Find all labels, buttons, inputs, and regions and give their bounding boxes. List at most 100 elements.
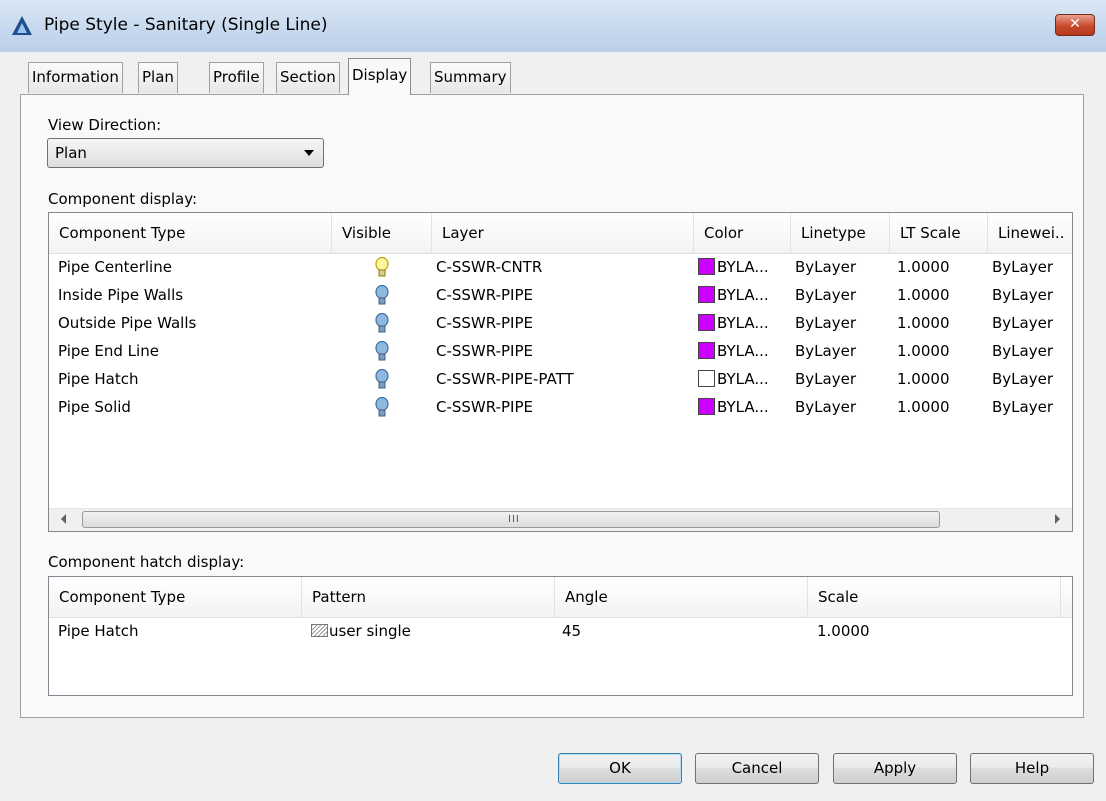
cell-lt-scale[interactable]: 1.0000 [897,253,950,281]
lightbulb-off-icon[interactable] [375,397,389,418]
cell-angle[interactable]: 45 [562,617,581,645]
cell-linetype[interactable]: ByLayer [795,337,856,365]
cell-linetype[interactable]: ByLayer [795,253,856,281]
component-hatch-display-label: Component hatch display: [48,553,245,571]
horizontal-scrollbar[interactable]: III [49,508,1072,531]
lightbulb-off-icon[interactable] [375,369,389,390]
column-header-linetype[interactable]: Linetype [791,213,890,253]
view-direction-label: View Direction: [48,116,162,134]
tab-display[interactable]: Display [348,58,412,95]
cell-layer[interactable]: C-SSWR-PIPE [436,337,533,365]
tab-section[interactable]: Section [276,62,340,93]
cell-color[interactable]: BYLA... [698,309,769,337]
cell-color[interactable]: BYLA... [698,281,769,309]
view-direction-value: Plan [55,144,87,162]
cell-layer[interactable]: C-SSWR-PIPE [436,309,533,337]
color-swatch [698,314,715,331]
cell-lt-scale[interactable]: 1.0000 [897,393,950,421]
cell-component-type[interactable]: Pipe Hatch [58,365,139,393]
cell-lt-scale[interactable]: 1.0000 [897,309,950,337]
cell-layer[interactable]: C-SSWR-PIPE [436,393,533,421]
window-title: Pipe Style - Sanitary (Single Line) [44,15,328,35]
column-header-scale[interactable]: Scale [808,577,1061,617]
color-swatch [698,258,715,275]
table-row[interactable]: Pipe Centerline C-SSWR-CNTR ByLayer 1.0000 B… [49,253,1072,281]
table-row[interactable]: Pipe Solid C-SSWR-PIPE ByLayer 1.0000 ByLaye… [49,393,1072,421]
lightbulb-off-icon[interactable] [375,341,389,362]
pattern-value: user single [329,622,411,640]
component-hatch-list[interactable]: Component Type Pattern Angle Scale Pipe … [48,576,1073,696]
cell-color[interactable]: BYLA... [698,337,769,365]
view-direction-dropdown[interactable]: Plan [47,138,324,168]
column-header-lineweight[interactable]: Linewei.. [988,213,1072,253]
color-value: BYLA... [717,258,769,276]
close-button[interactable]: ✕ [1055,14,1095,36]
title-bar[interactable]: Pipe Style - Sanitary (Single Line) ✕ [0,0,1106,53]
component-display-list[interactable]: Component Type Visible Layer Color Linet… [48,212,1073,532]
apply-button[interactable]: Apply [833,753,957,784]
tab-profile[interactable]: Profile [209,62,264,93]
cell-pattern[interactable]: user single [311,617,411,645]
color-swatch [698,286,715,303]
tab-information[interactable]: Information [28,62,123,93]
cell-lineweight[interactable]: ByLayer [992,281,1053,309]
cell-lineweight[interactable]: ByLayer [992,309,1053,337]
column-header-lt-scale[interactable]: LT Scale [890,213,988,253]
scroll-right-icon[interactable] [1055,514,1060,524]
cell-component-type[interactable]: Pipe End Line [58,337,159,365]
app-icon [12,16,32,35]
cancel-button[interactable]: Cancel [695,753,819,784]
column-header-angle[interactable]: Angle [555,577,808,617]
color-swatch [698,370,715,387]
cell-component-type[interactable]: Pipe Solid [58,393,131,421]
cell-lt-scale[interactable]: 1.0000 [897,337,950,365]
column-header-layer[interactable]: Layer [432,213,694,253]
cell-linetype[interactable]: ByLayer [795,281,856,309]
column-header-pattern[interactable]: Pattern [302,577,555,617]
ok-button[interactable]: OK [558,753,682,784]
lightbulb-off-icon[interactable] [375,313,389,334]
cell-layer[interactable]: C-SSWR-PIPE-PATT [436,365,574,393]
cell-linetype[interactable]: ByLayer [795,365,856,393]
cell-lineweight[interactable]: ByLayer [992,393,1053,421]
cell-component-type[interactable]: Outside Pipe Walls [58,309,196,337]
lightbulb-off-icon[interactable] [375,285,389,306]
cell-component-type[interactable]: Inside Pipe Walls [58,281,183,309]
tab-plan[interactable]: Plan [138,62,178,93]
column-header-component-type[interactable]: Component Type [49,213,332,253]
scroll-left-icon[interactable] [61,514,66,524]
cell-lineweight[interactable]: ByLayer [992,253,1053,281]
cell-color[interactable]: BYLA... [698,365,769,393]
table-row[interactable]: Pipe Hatch C-SSWR-PIPE-PATT ByLayer 1.0000 B… [49,365,1072,393]
cell-lineweight[interactable]: ByLayer [992,365,1053,393]
cell-component-type: Pipe Hatch [58,622,139,640]
cell-color[interactable]: BYLA... [698,253,769,281]
list-header: Component Type Visible Layer Color Linet… [49,213,1072,254]
color-swatch [698,398,715,415]
cell-lineweight[interactable]: ByLayer [992,337,1053,365]
component-display-label: Component display: [48,190,198,208]
cell-color[interactable]: BYLA... [698,393,769,421]
column-header-color[interactable]: Color [694,213,791,253]
column-header-component-type[interactable]: Component Type [49,577,302,617]
scrollbar-thumb[interactable]: III [82,511,940,528]
cell-scale[interactable]: 1.0000 [817,617,870,645]
cell-layer[interactable]: C-SSWR-CNTR [436,253,542,281]
hatch-pattern-icon [311,624,328,637]
table-row[interactable]: Pipe End Line C-SSWR-PIPE ByLayer 1.0000 ByL… [49,337,1072,365]
cell-lt-scale[interactable]: 1.0000 [897,281,950,309]
column-header-visible[interactable]: Visible [332,213,432,253]
tab-summary[interactable]: Summary [430,62,511,93]
lightbulb-on-icon[interactable] [375,257,389,278]
table-row[interactable]: Outside Pipe Walls C-SSWR-PIPE ByLayer 1.00… [49,309,1072,337]
cell-linetype[interactable]: ByLayer [795,309,856,337]
cell-component-type[interactable]: Pipe Centerline [58,253,172,281]
help-button[interactable]: Help [970,753,1094,784]
cell-layer[interactable]: C-SSWR-PIPE [436,281,533,309]
color-value: BYLA... [717,370,769,388]
table-row[interactable]: Inside Pipe Walls C-SSWR-PIPE ByLayer 1.000… [49,281,1072,309]
cell-lt-scale[interactable]: 1.0000 [897,365,950,393]
color-swatch [698,342,715,359]
table-row[interactable]: Pipe Hatch user single 45 1.0000 [49,617,1072,645]
cell-linetype[interactable]: ByLayer [795,393,856,421]
